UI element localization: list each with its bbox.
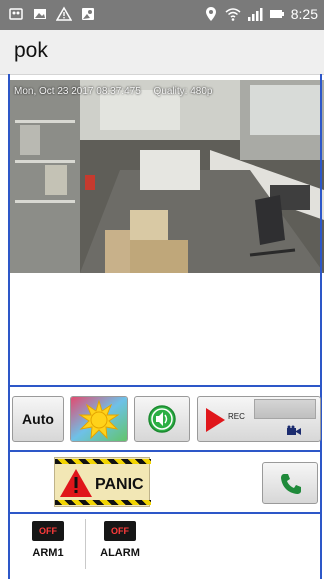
rec-label: REC	[228, 412, 245, 421]
record-status-bar	[254, 399, 316, 419]
panic-button[interactable]: PANIC	[54, 457, 151, 507]
sim-icon	[9, 8, 23, 20]
panic-label: PANIC	[95, 476, 144, 493]
battery-icon	[269, 10, 284, 18]
wifi-icon	[225, 8, 241, 21]
auto-label: Auto	[22, 411, 54, 427]
brightness-button[interactable]	[70, 396, 128, 442]
frame-border-right	[320, 74, 322, 579]
clock: 8:25	[290, 6, 318, 22]
alarm-label: ALARM	[100, 547, 140, 559]
location-icon	[205, 7, 216, 21]
warning-icon	[60, 469, 92, 497]
phone-icon	[281, 474, 301, 494]
arm1-label: ARM1	[32, 547, 64, 559]
divider-middle	[8, 450, 322, 452]
record-button[interactable]: REC	[197, 396, 321, 442]
app-bar: pok	[0, 30, 324, 75]
frame-border-left	[8, 74, 10, 579]
camera-image	[10, 80, 324, 273]
camera-timestamp: Mon, Oct 23 2017 08:37:475	[14, 86, 141, 97]
alarm-indicator: OFF	[104, 521, 136, 541]
status-bar: 8:25	[0, 0, 324, 30]
arm1-state: OFF	[39, 526, 57, 536]
auto-button[interactable]: Auto	[12, 396, 64, 442]
page-title: pok	[14, 39, 48, 62]
video-camera-icon	[287, 425, 301, 435]
sound-button[interactable]	[134, 396, 190, 442]
warning-icon	[56, 6, 72, 21]
speaker-icon	[148, 405, 176, 433]
hazard-stripe-top	[55, 459, 151, 464]
feed-padding	[10, 273, 322, 385]
status-alarm[interactable]: OFF ALARM	[92, 521, 148, 559]
sun-icon	[71, 397, 127, 441]
play-icon	[206, 408, 225, 432]
hazard-stripe-bottom	[55, 500, 151, 505]
gallery-icon	[82, 8, 94, 20]
camera-quality: Quality: 480p	[153, 86, 213, 97]
image-icon	[34, 9, 46, 19]
status-arm1[interactable]: OFF ARM1	[20, 521, 76, 559]
signal-icon	[247, 8, 263, 21]
call-button[interactable]	[262, 462, 318, 504]
camera-overlay: Mon, Oct 23 2017 08:37:475 Quality: 480p	[14, 86, 222, 97]
alarm-state: OFF	[111, 526, 129, 536]
status-divider	[85, 519, 86, 569]
arm1-indicator: OFF	[32, 521, 64, 541]
camera-feed[interactable]: Mon, Oct 23 2017 08:37:475 Quality: 480p	[10, 80, 324, 273]
divider-bottom	[8, 512, 322, 514]
divider-top	[8, 385, 322, 387]
